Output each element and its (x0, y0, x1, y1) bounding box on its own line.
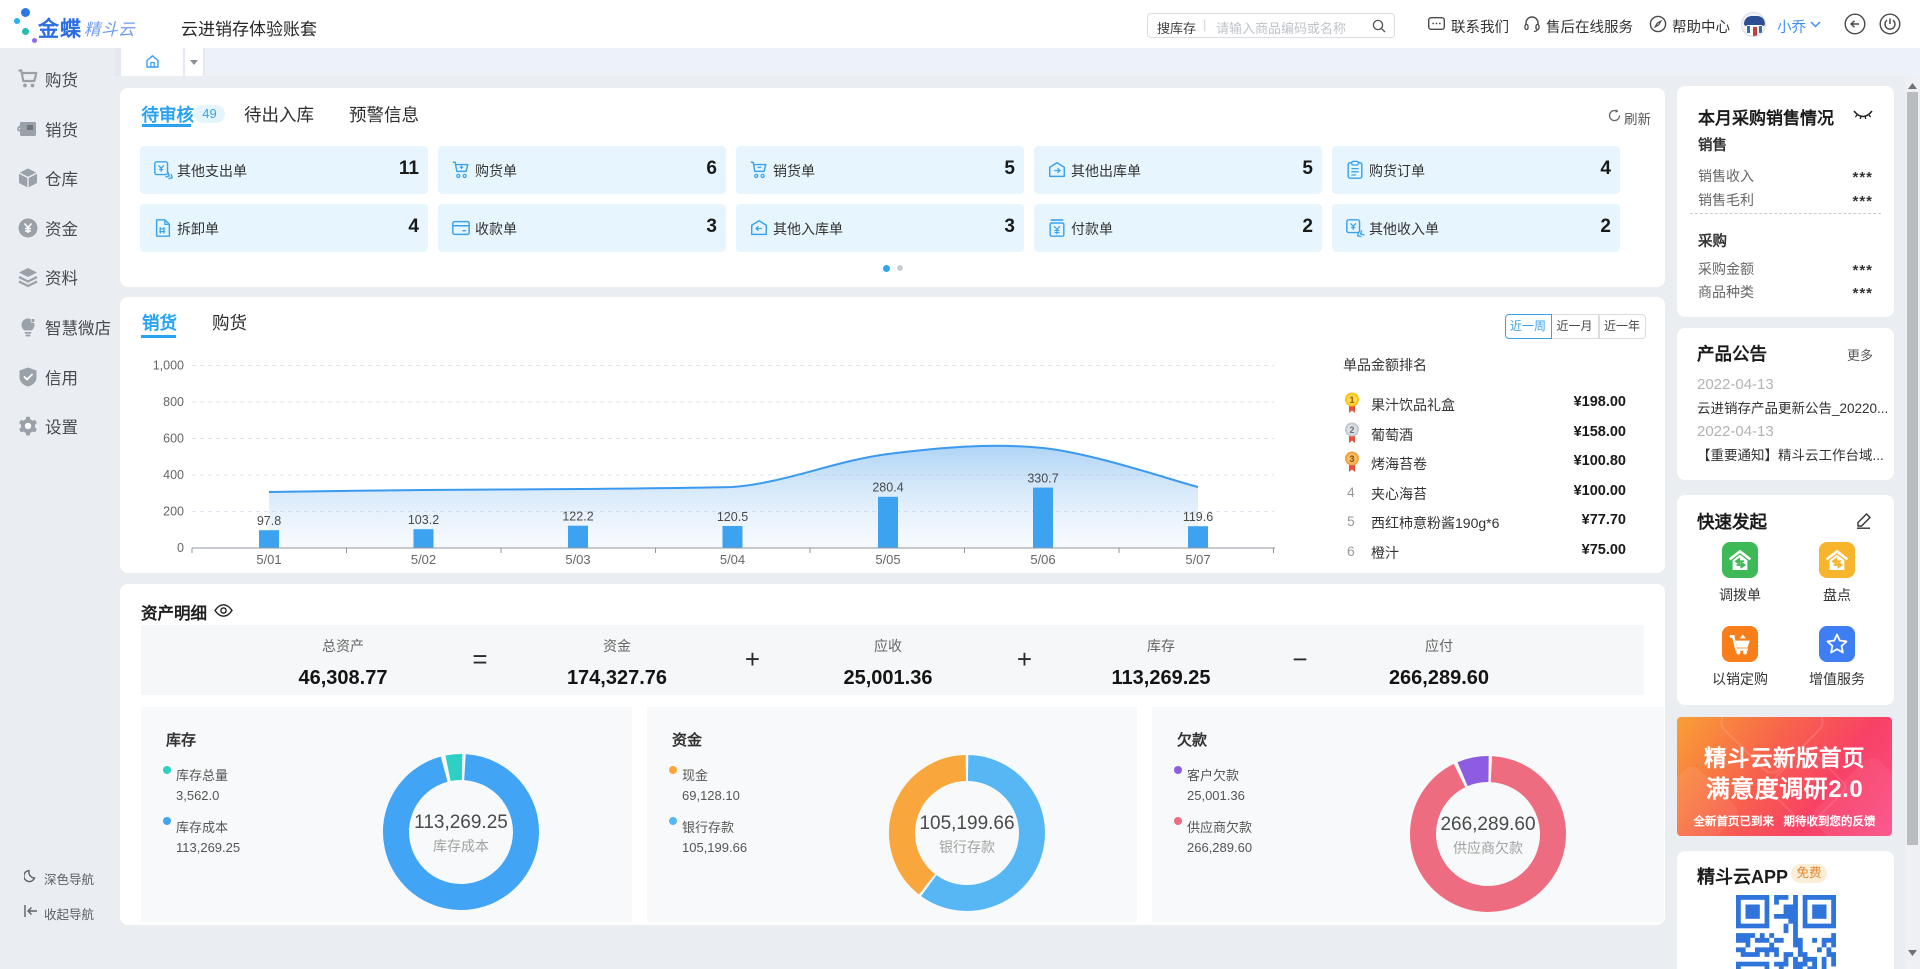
svg-text:280.4: 280.4 (872, 481, 903, 495)
svg-text:97.8: 97.8 (257, 514, 281, 528)
svg-text:0: 0 (177, 541, 184, 555)
svg-text:103.2: 103.2 (408, 513, 439, 527)
svg-text:1: 1 (1349, 395, 1354, 405)
svg-text:200: 200 (163, 505, 184, 519)
svg-text:5/07: 5/07 (1185, 552, 1210, 567)
svg-text:119.6: 119.6 (1183, 510, 1213, 524)
svg-text:5/04: 5/04 (720, 552, 745, 567)
svg-text:400: 400 (163, 468, 184, 482)
svg-text:3: 3 (1349, 454, 1354, 464)
svg-text:800: 800 (163, 395, 184, 409)
svg-text:5/03: 5/03 (565, 552, 590, 567)
svg-text:5/05: 5/05 (875, 552, 900, 567)
svg-text:600: 600 (163, 432, 184, 446)
svg-text:5/06: 5/06 (1030, 552, 1055, 567)
svg-text:330.7: 330.7 (1027, 472, 1058, 486)
svg-text:2: 2 (1349, 425, 1354, 435)
svg-text:5/02: 5/02 (411, 552, 436, 567)
svg-text:1,000: 1,000 (153, 359, 184, 373)
svg-text:120.5: 120.5 (717, 510, 748, 524)
svg-text:5/01: 5/01 (256, 552, 281, 567)
svg-text:122.2: 122.2 (562, 510, 593, 524)
